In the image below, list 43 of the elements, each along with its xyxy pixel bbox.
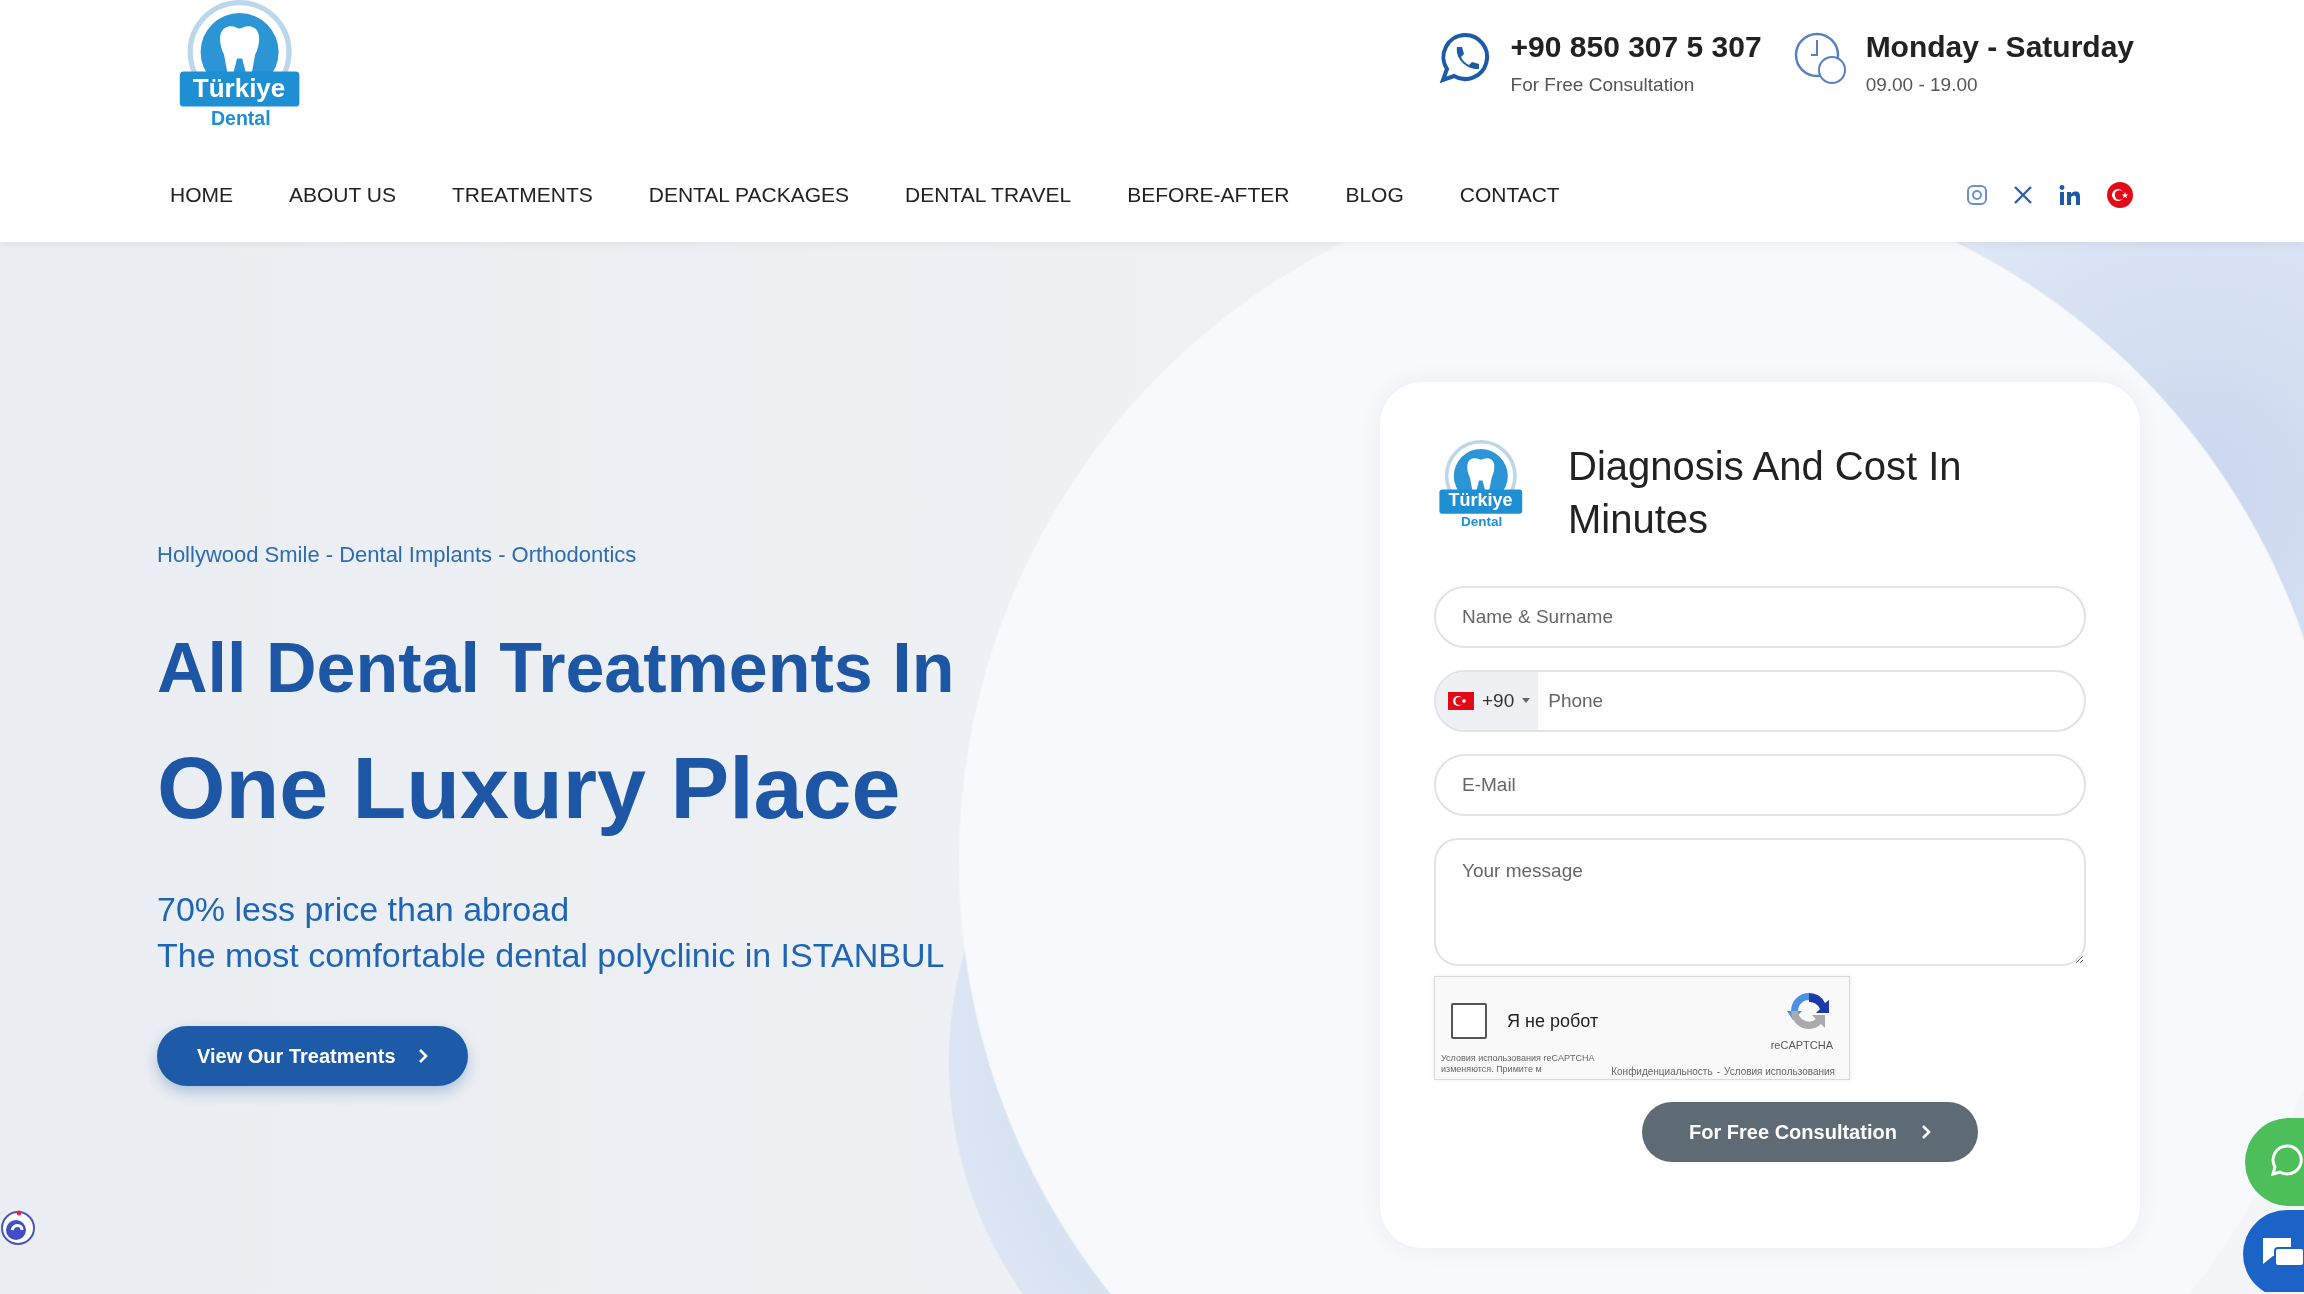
nav-link[interactable]: ABOUT US bbox=[289, 183, 396, 207]
hero-tagline: Hollywood Smile - Dental Implants - Orthodontics bbox=[157, 542, 638, 568]
chevron-icon bbox=[417, 1048, 428, 1064]
x-icon[interactable] bbox=[2012, 184, 2034, 206]
linkedin-icon[interactable] bbox=[2058, 184, 2082, 206]
input-field[interactable]: E-Mail bbox=[1434, 754, 2086, 816]
phone-number[interactable]: +90 850 307 5 307 bbox=[1510, 30, 1762, 64]
instagram-icon[interactable] bbox=[1966, 184, 1988, 206]
caret-icon bbox=[1522, 698, 1531, 704]
captcha-label: Я не робот bbox=[1507, 1011, 1599, 1032]
nav-link[interactable]: TREATMENTS bbox=[451, 183, 593, 207]
nav-link[interactable]: DENTAL TRAVEL bbox=[905, 183, 1072, 207]
hero-heading: All Dental Treatments In bbox=[157, 628, 955, 709]
input-field[interactable]: Name & Surname bbox=[1434, 586, 2086, 648]
form-title: Diagnosis And Cost In Minutes bbox=[1568, 443, 1963, 543]
flag-icon[interactable] bbox=[2106, 181, 2134, 209]
phone-field[interactable]: +90 Phone bbox=[1434, 670, 2086, 732]
nav-link[interactable]: CONTACT bbox=[1459, 183, 1560, 207]
phone-input[interactable]: Phone bbox=[1538, 690, 2084, 712]
flag-icon bbox=[1448, 692, 1474, 710]
country-code: +90 bbox=[1482, 690, 1515, 712]
link-separator: - bbox=[1716, 1066, 1720, 1077]
hero-subtitle: 70% less price than abroad bbox=[157, 889, 571, 930]
phone-note: For Free Consultation bbox=[1510, 74, 1696, 96]
captcha-link[interactable]: Условия использования bbox=[1724, 1066, 1835, 1077]
nav-link[interactable]: DENTAL PACKAGES bbox=[648, 183, 850, 207]
chat-icon[interactable] bbox=[2243, 1210, 2304, 1292]
nav-link[interactable]: BLOG bbox=[1345, 183, 1404, 207]
hero-subtitle: The most comfortable dental polyclinic in ISTANBUL bbox=[157, 935, 946, 976]
view-treatments-button[interactable]: View Our Treatments bbox=[157, 1026, 468, 1086]
captcha-brand: reCAPTCHA bbox=[1770, 1039, 1833, 1051]
nav-link[interactable]: HOME bbox=[170, 183, 233, 207]
opening-hours: 09.00 - 19.00 bbox=[1865, 74, 1979, 96]
captcha-link[interactable]: Конфиденциальность bbox=[1611, 1066, 1713, 1077]
chevron-icon bbox=[1920, 1124, 1931, 1140]
captcha-checkbox[interactable] bbox=[1451, 1003, 1487, 1039]
message-field[interactable]: Your message bbox=[1434, 838, 2086, 966]
captcha-notice: Условия использования reCAPTCHA изменяются. Примите м bbox=[1441, 1053, 1596, 1075]
nav-link[interactable]: BEFORE-AFTER bbox=[1127, 183, 1290, 207]
accessibility-icon[interactable] bbox=[0, 1210, 36, 1246]
submit-button[interactable]: For Free Consultation bbox=[1642, 1102, 1978, 1162]
hero-heading: One Luxury Place bbox=[157, 737, 902, 839]
opening-days: Monday - Saturday bbox=[1865, 30, 2134, 64]
